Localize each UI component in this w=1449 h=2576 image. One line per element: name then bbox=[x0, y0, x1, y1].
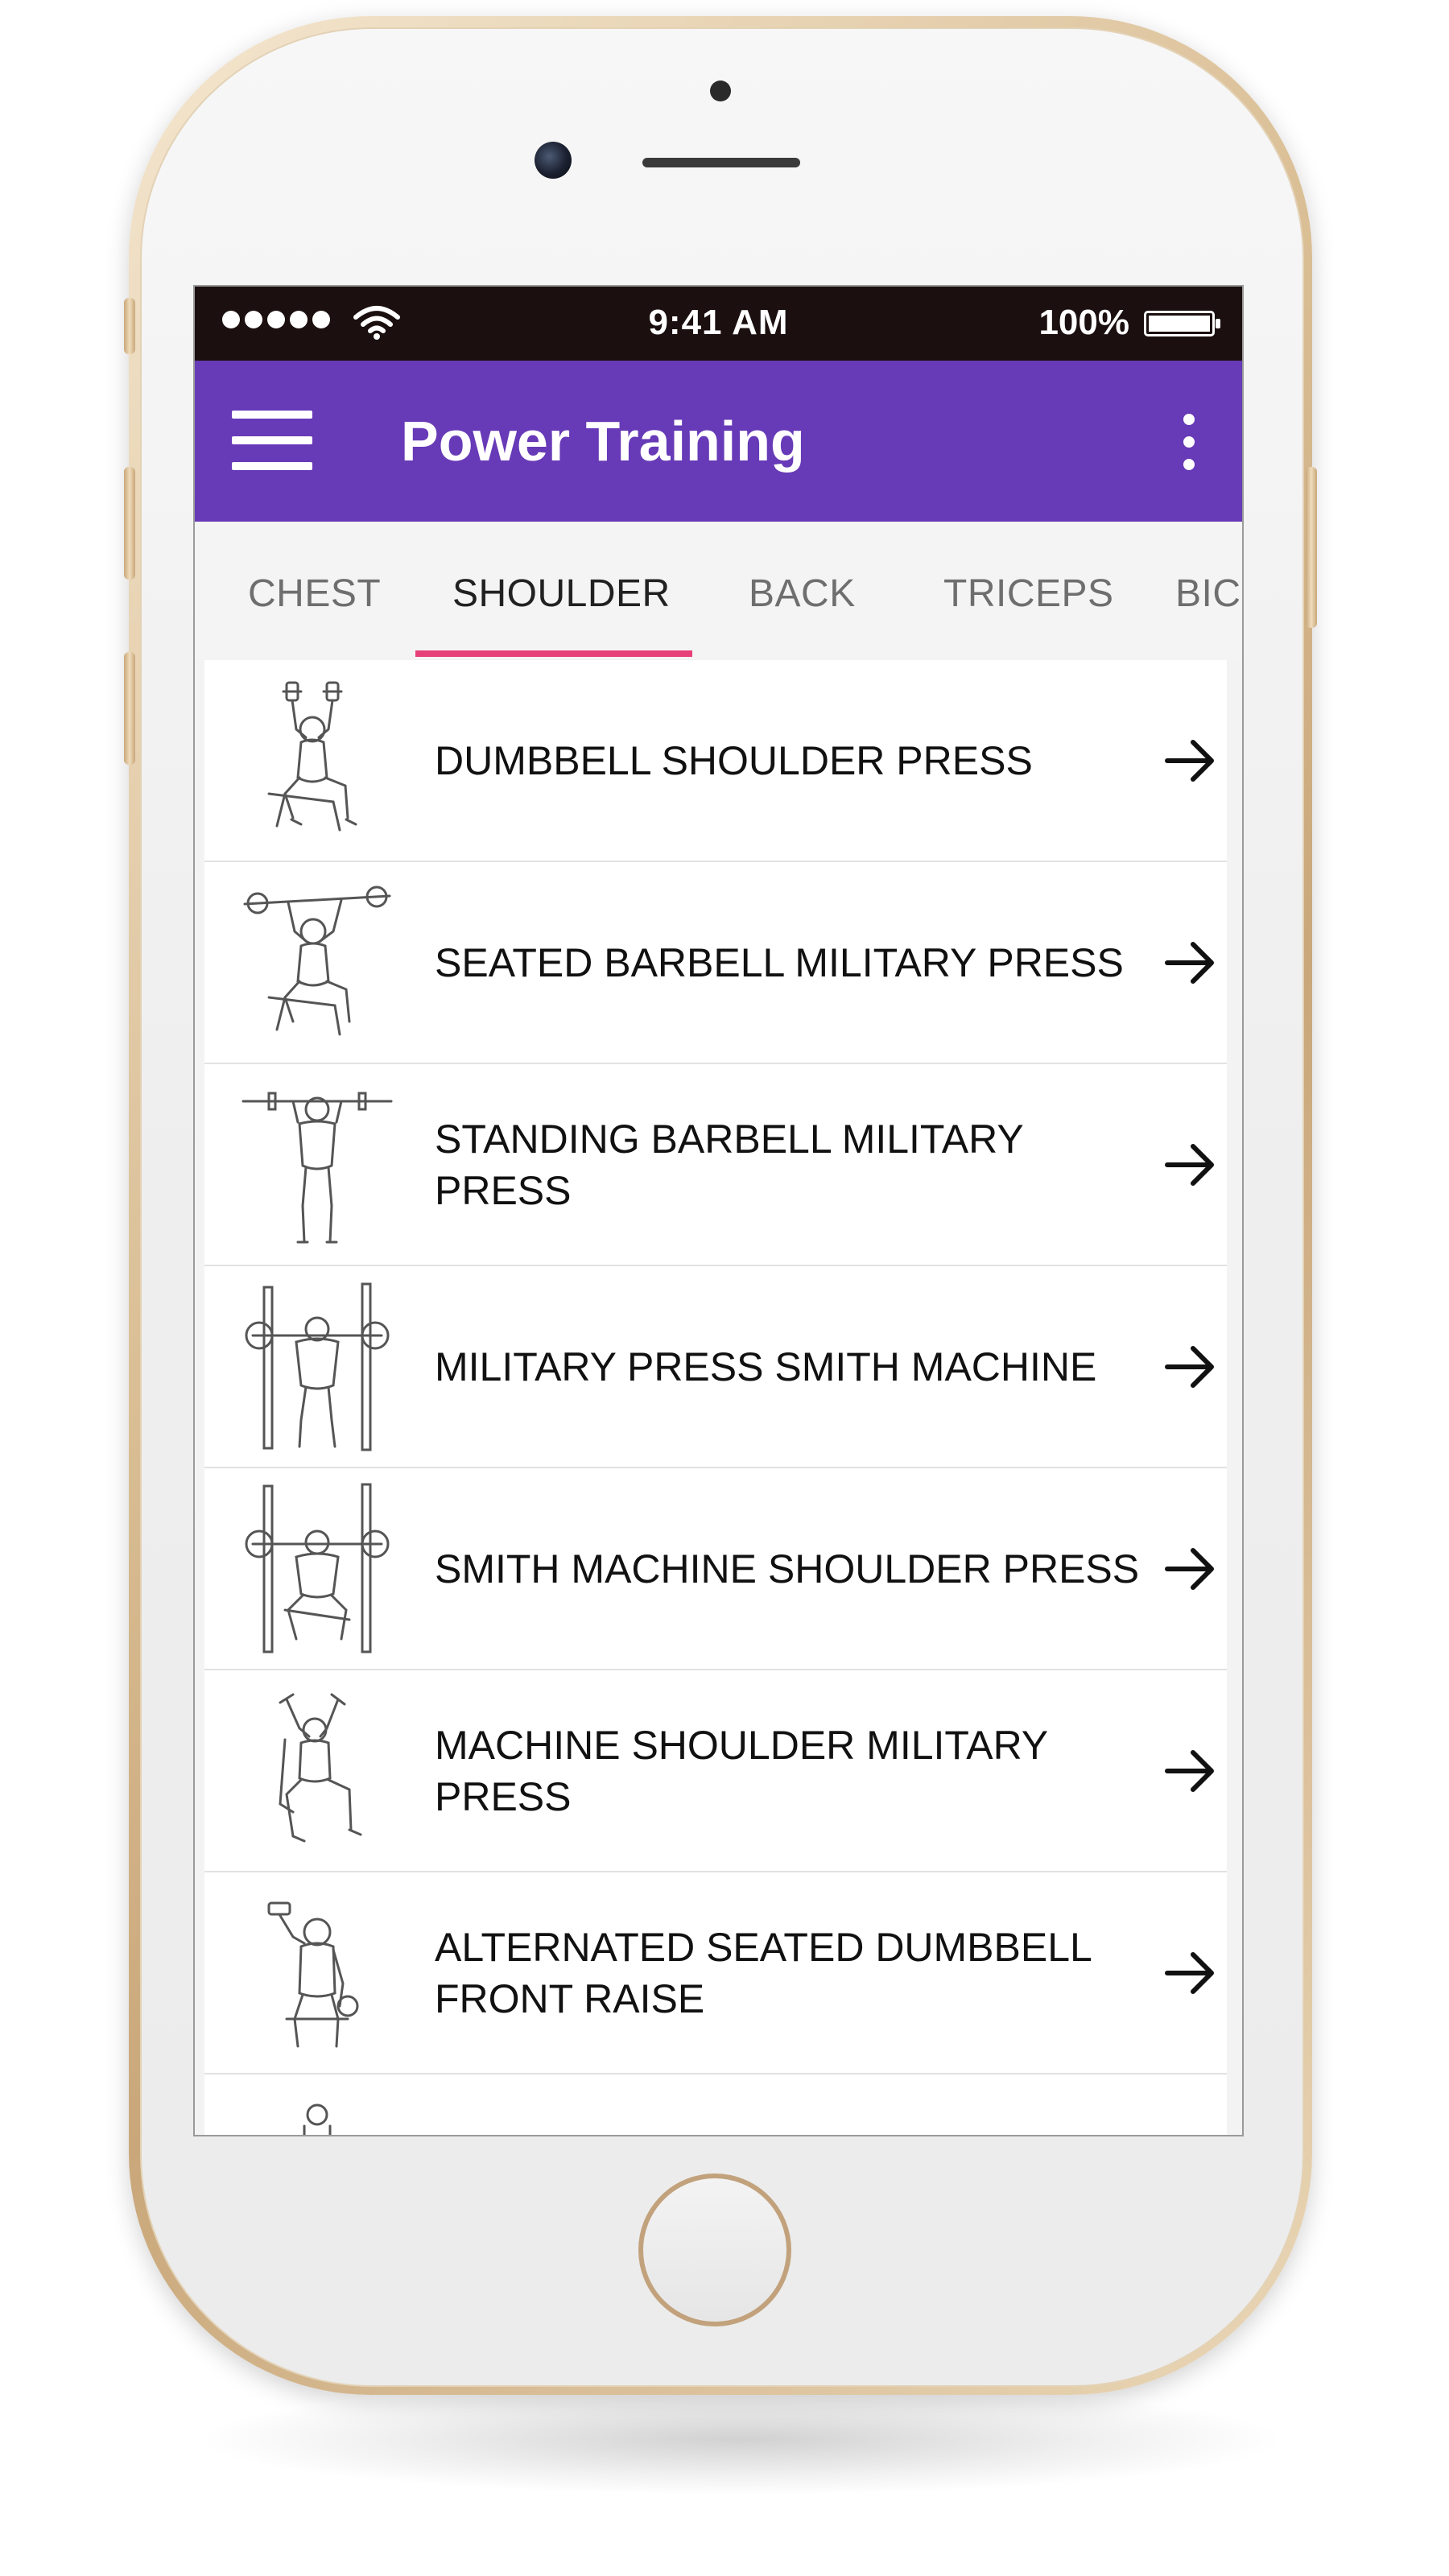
exercise-list: DUMBBELL SHOULDER PRESS SEATED BARBELL M… bbox=[204, 660, 1227, 2135]
arrow-right-icon[interactable] bbox=[1162, 733, 1219, 789]
seated-barbell-press-figure bbox=[243, 886, 391, 1036]
category-tabs: CHEST SHOULDER BACK TRICEPS BIC bbox=[195, 522, 1242, 660]
proximity-sensor bbox=[710, 80, 731, 101]
exercise-item-military-press-smith-machine[interactable]: MILITARY PRESS SMITH MACHINE bbox=[204, 1266, 1227, 1468]
arrow-right-icon[interactable] bbox=[1162, 1137, 1219, 1193]
battery-icon bbox=[1144, 311, 1220, 336]
volume-up-button bbox=[124, 467, 135, 580]
exercise-item-seated-barbell-military-press[interactable]: SEATED BARBELL MILITARY PRESS bbox=[204, 862, 1227, 1064]
active-tab-indicator bbox=[415, 650, 692, 657]
tab-chest[interactable]: CHEST bbox=[248, 572, 381, 616]
exercise-figure-partial bbox=[303, 2103, 332, 2135]
arrow-right-icon[interactable] bbox=[1162, 935, 1219, 991]
arrow-right-icon[interactable] bbox=[1162, 1541, 1219, 1597]
phone-screen: 9:41 AM 100% Power Training CHEST SHOULD… bbox=[193, 285, 1244, 2136]
exercise-label: SMITH MACHINE SHOULDER PRESS bbox=[435, 1546, 1140, 1591]
tab-shoulder[interactable]: SHOULDER bbox=[452, 572, 671, 616]
exercise-label: SEATED BARBELL MILITARY PRESS bbox=[435, 939, 1124, 985]
volume-down-button bbox=[124, 652, 135, 765]
arrow-right-icon[interactable] bbox=[1162, 1743, 1219, 1799]
phone-shadow bbox=[193, 2383, 1288, 2496]
exercise-label: MACHINE SHOULDER MILITARY PRESS bbox=[435, 1722, 1048, 1819]
smith-machine-standing-figure bbox=[245, 1282, 390, 1451]
machine-press-figure bbox=[279, 1693, 362, 1843]
tab-back[interactable]: BACK bbox=[749, 572, 856, 616]
exercise-item-standing-barbell-military-press[interactable]: STANDING BARBELL MILITARY PRESS bbox=[204, 1064, 1227, 1266]
battery-percentage: 100% bbox=[1038, 303, 1129, 342]
mute-switch bbox=[124, 298, 135, 354]
exercise-label: ALTERNATED SEATED DUMBBELL FRONT RAISE bbox=[435, 1924, 1091, 2021]
standing-barbell-press-figure bbox=[242, 1092, 393, 1244]
seated-dumbbell-press-figure bbox=[267, 681, 357, 832]
status-bar: 9:41 AM 100% bbox=[195, 287, 1242, 361]
more-vertical-icon[interactable] bbox=[1173, 412, 1205, 472]
power-button bbox=[1306, 467, 1317, 628]
arrow-right-icon[interactable] bbox=[1162, 1945, 1219, 2001]
app-title: Power Training bbox=[401, 410, 805, 473]
exercise-item-dumbbell-shoulder-press[interactable]: DUMBBELL SHOULDER PRESS bbox=[204, 660, 1227, 862]
exercise-item-alternated-seated-dumbbell-front-raise[interactable]: ALTERNATED SEATED DUMBBELL FRONT RAISE bbox=[204, 1872, 1227, 2074]
exercise-item-smith-machine-shoulder-press[interactable]: SMITH MACHINE SHOULDER PRESS bbox=[204, 1468, 1227, 1670]
seated-front-raise-figure bbox=[267, 1901, 359, 2048]
exercise-item-machine-shoulder-military-press[interactable]: MACHINE SHOULDER MILITARY PRESS bbox=[204, 1670, 1227, 1872]
app-bar: Power Training bbox=[195, 361, 1242, 522]
arrow-right-icon[interactable] bbox=[1162, 1339, 1219, 1395]
earpiece-speaker bbox=[642, 158, 800, 167]
tab-triceps[interactable]: TRICEPS bbox=[943, 572, 1114, 616]
tab-biceps[interactable]: BIC bbox=[1175, 572, 1241, 616]
exercise-item-partial[interactable] bbox=[204, 2074, 1227, 2135]
home-button[interactable] bbox=[638, 2174, 791, 2326]
exercise-label: MILITARY PRESS SMITH MACHINE bbox=[435, 1344, 1097, 1389]
hamburger-menu-icon[interactable] bbox=[229, 409, 316, 473]
smith-machine-seated-figure bbox=[245, 1483, 390, 1653]
exercise-label: DUMBBELL SHOULDER PRESS bbox=[435, 737, 1033, 783]
exercise-label: STANDING BARBELL MILITARY PRESS bbox=[435, 1116, 1023, 1213]
front-camera bbox=[535, 142, 572, 179]
